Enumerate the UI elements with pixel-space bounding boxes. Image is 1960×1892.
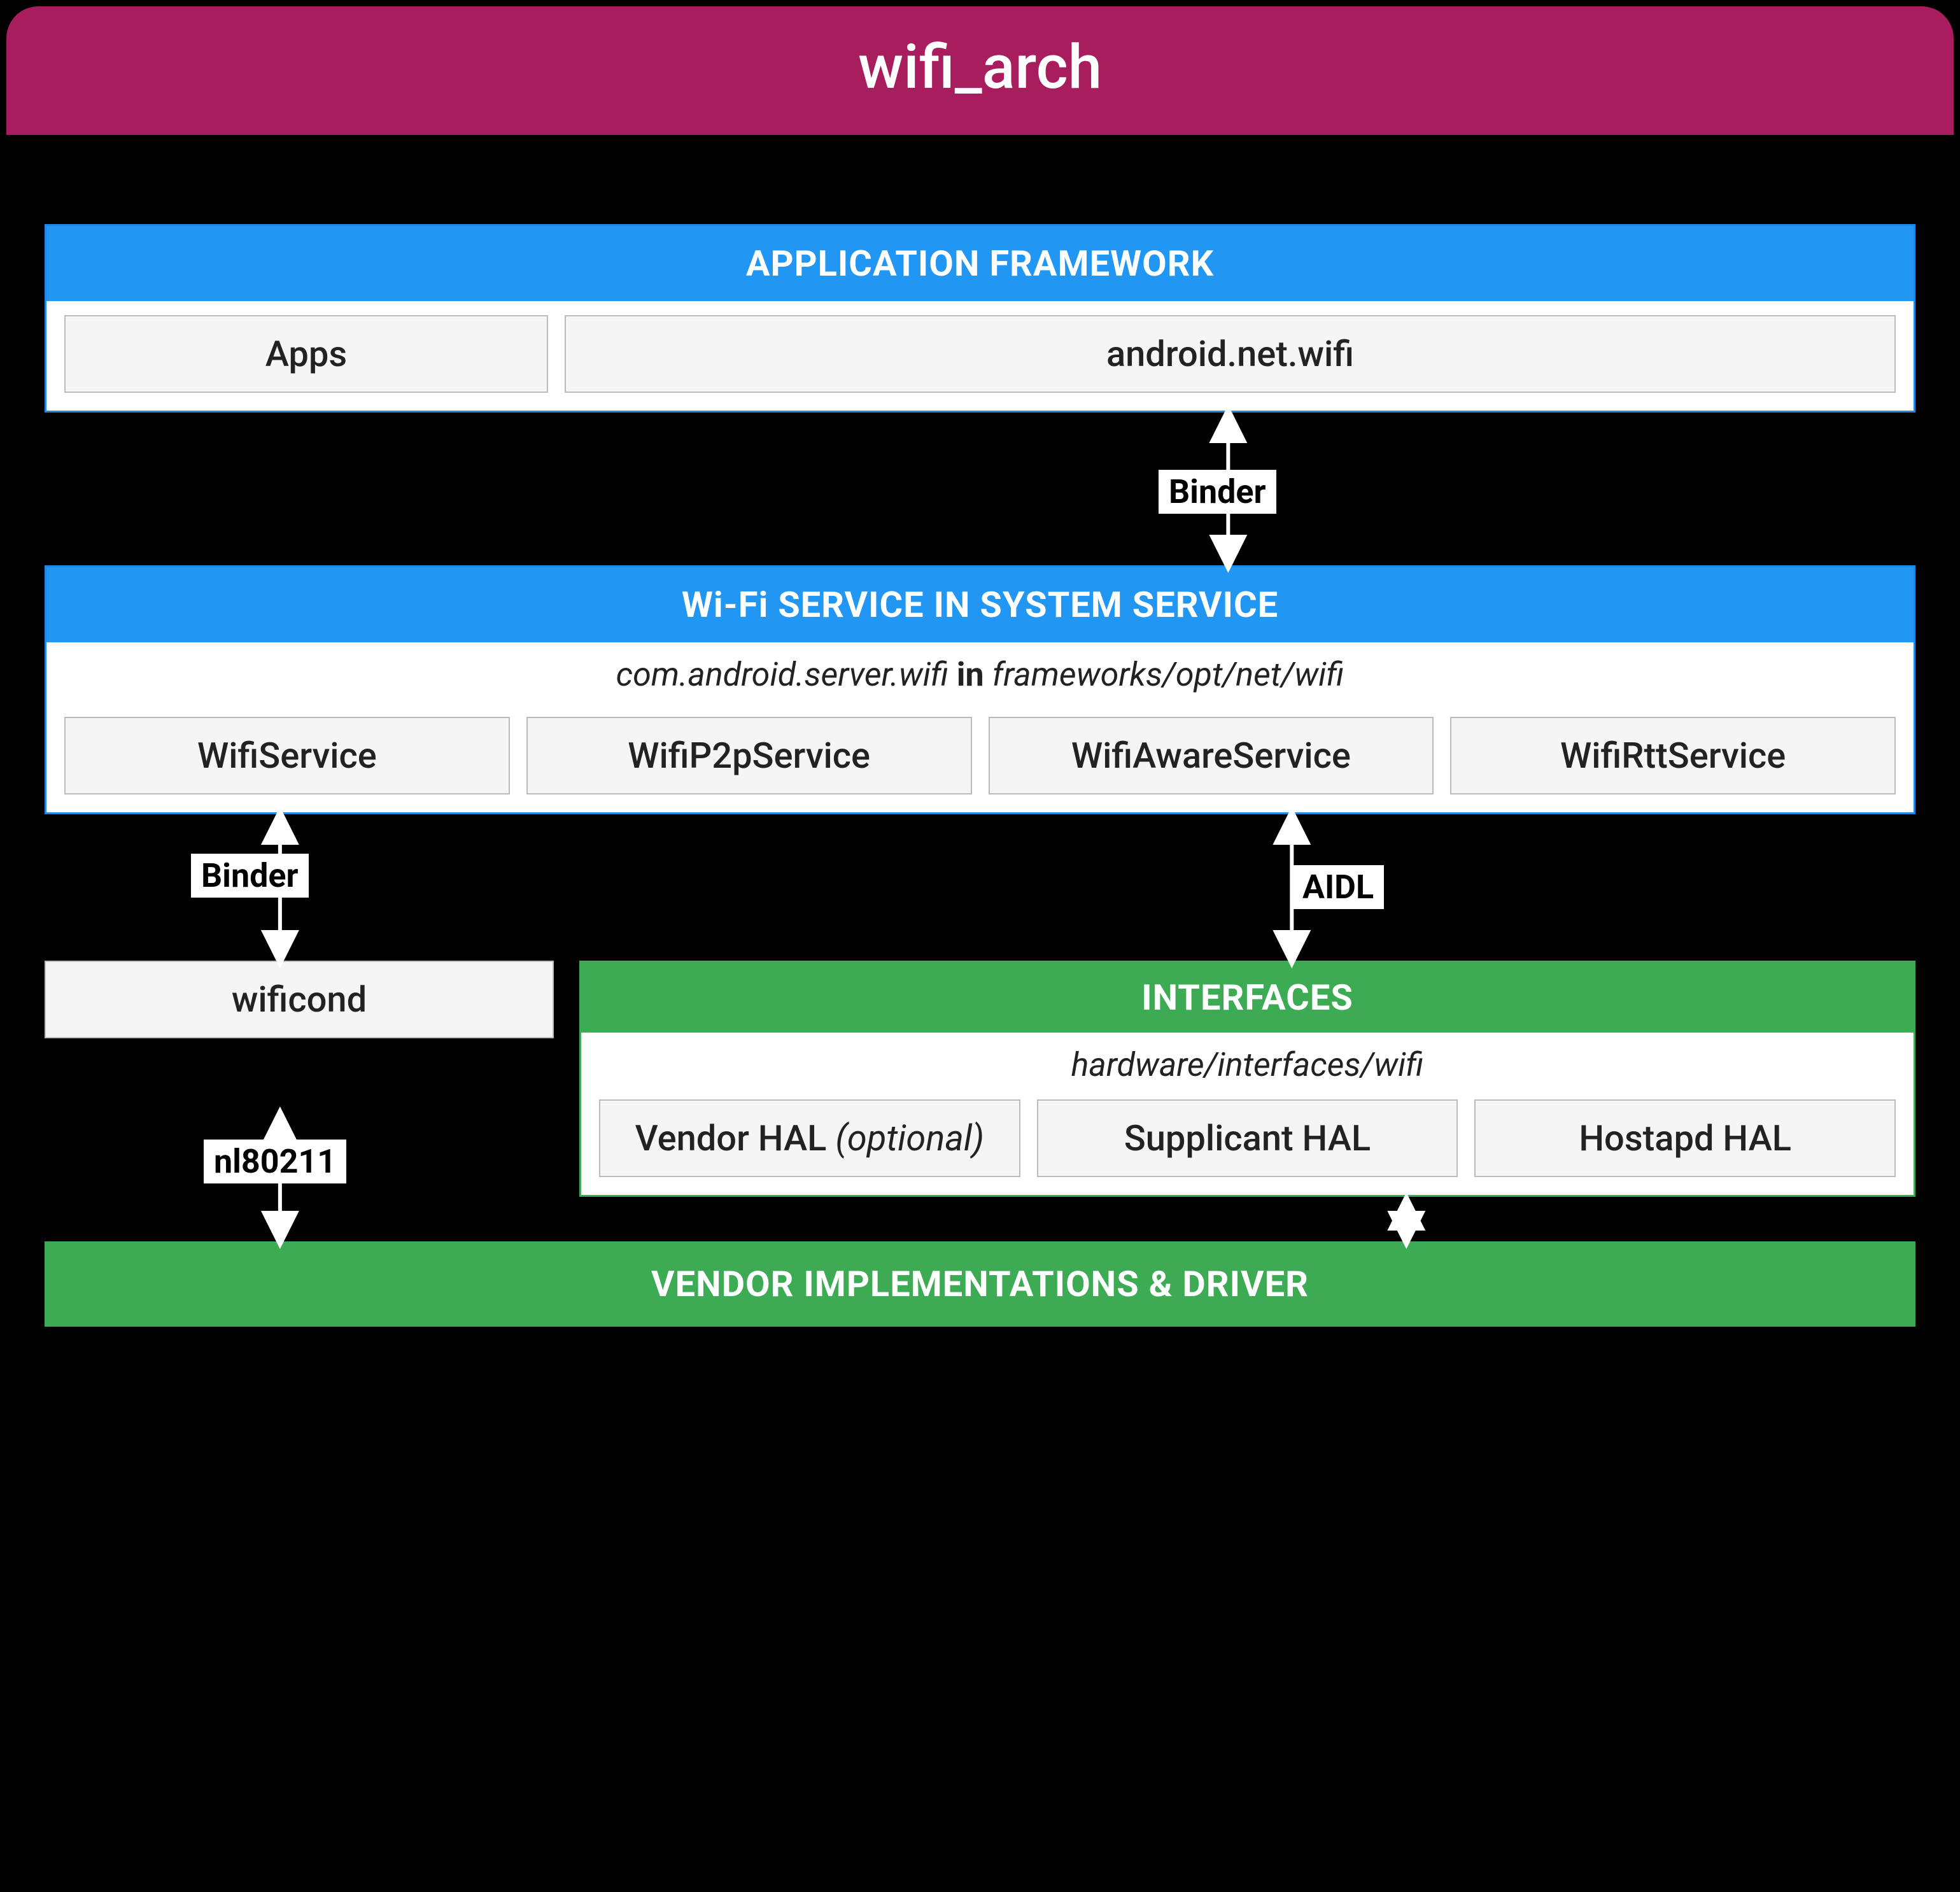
arrow-svg-1	[45, 413, 1915, 565]
arrow-svg-2	[45, 814, 1915, 961]
node-apps: Apps	[64, 315, 548, 393]
node-wifiawareservice: WifiAwareService	[989, 717, 1434, 794]
layer-sub-interfaces: hardware/interfaces/wifi	[581, 1033, 1914, 1093]
label-aidl: AIDL	[1292, 865, 1384, 909]
connector-row-3: nl80211	[45, 1114, 1915, 1241]
layer-sub-system-service: com.android.server.wifi in frameworks/op…	[46, 642, 1914, 703]
label-binder-1: Binder	[1159, 470, 1276, 514]
label-binder-2: Binder	[191, 854, 309, 898]
connector-row-2: Binder AIDL	[45, 814, 1915, 961]
layer-vendor-driver: VENDOR IMPLEMENTATIONS & DRIVER	[45, 1241, 1915, 1327]
diagram-title: wifi_arch	[6, 6, 1954, 135]
node-android-net-wifi: android.net.wifi	[565, 315, 1896, 393]
layer-system-service: Wi-Fi SERVICE IN SYSTEM SERVICE com.andr…	[45, 565, 1915, 814]
connector-row-1: Binder	[45, 413, 1915, 565]
layer-app-framework: APPLICATION FRAMEWORK Apps android.net.w…	[45, 224, 1915, 413]
layer-header-system-service: Wi-Fi SERVICE IN SYSTEM SERVICE	[46, 567, 1914, 642]
node-wifirttservice: WifiRttService	[1450, 717, 1896, 794]
node-wificond: wificond	[45, 961, 554, 1038]
diagram-canvas: APPLICATION FRAMEWORK Apps android.net.w…	[0, 135, 1960, 1892]
layer-header-app-framework: APPLICATION FRAMEWORK	[46, 226, 1914, 301]
label-nl80211: nl80211	[204, 1140, 346, 1183]
node-wifiservice: WifiService	[64, 717, 510, 794]
layer-header-interfaces: INTERFACES	[581, 963, 1914, 1033]
node-wifip2pservice: WifiP2pService	[526, 717, 972, 794]
